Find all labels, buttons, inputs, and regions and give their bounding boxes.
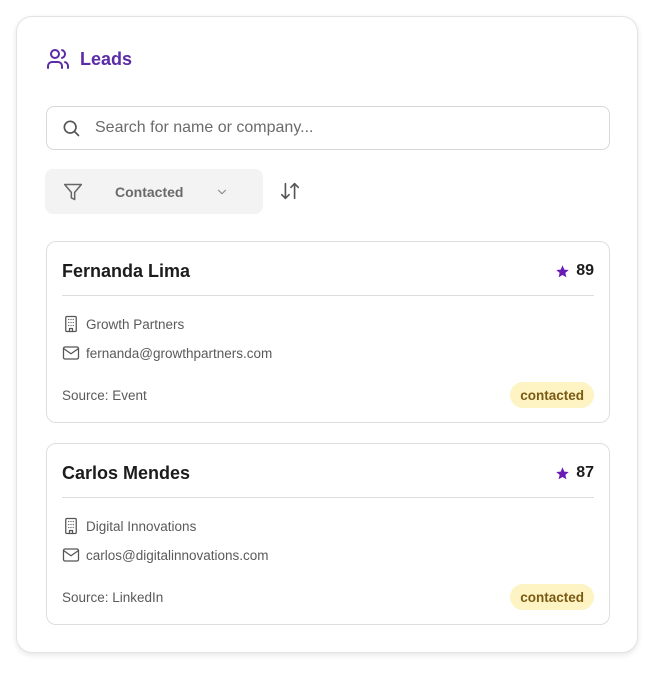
search-icon: [61, 118, 81, 138]
status-badge: contacted: [510, 382, 594, 408]
lead-email-row: fernanda@growthpartners.com: [62, 344, 272, 362]
search-box: [46, 106, 610, 150]
building-icon: [62, 517, 80, 535]
lead-name: Carlos Mendes: [62, 463, 191, 483]
search-input[interactable]: [95, 119, 575, 137]
users-icon: [46, 47, 70, 71]
card-divider: [62, 295, 594, 296]
sort-toggle-button[interactable]: [279, 180, 301, 202]
lead-company: Growth Partners: [86, 316, 185, 332]
lead-email-row: carlos@digitalinnovations.com: [62, 546, 269, 564]
sort-arrows-icon: [280, 182, 300, 200]
lead-source: Source: LinkedIn: [62, 590, 164, 605]
lead-score-value: 87: [576, 464, 594, 481]
filter-icon: [63, 182, 83, 202]
filter-selected-value: Contacted: [115, 183, 184, 200]
status-badge: contacted: [510, 584, 594, 610]
card-divider: [62, 497, 594, 498]
lead-score-value: 89: [576, 262, 594, 279]
lead-source: Source: Event: [62, 388, 147, 403]
star-icon: [555, 264, 570, 279]
lead-name: Fernanda Lima: [62, 261, 191, 281]
leads-panel: Leads Contacted: [16, 16, 638, 653]
lead-email: fernanda@growthpartners.com: [86, 345, 273, 361]
lead-score: 89: [555, 262, 594, 280]
leads-header: Leads: [46, 46, 132, 72]
lead-card[interactable]: Carlos Mendes 87 Digital Innovations car…: [46, 443, 610, 625]
star-icon: [555, 466, 570, 481]
lead-company-row: Growth Partners: [62, 315, 184, 333]
lead-email: carlos@digitalinnovations.com: [86, 547, 269, 563]
mail-icon: [62, 546, 80, 564]
status-filter-select[interactable]: Contacted: [45, 169, 263, 214]
lead-company: Digital Innovations: [86, 518, 197, 534]
lead-score: 87: [555, 464, 594, 482]
chevron-down-icon: [215, 185, 229, 199]
lead-card[interactable]: Fernanda Lima 89 Growth Partners fernand…: [46, 241, 610, 423]
page-title: Leads: [80, 48, 133, 69]
mail-icon: [62, 344, 80, 362]
lead-company-row: Digital Innovations: [62, 517, 196, 535]
building-icon: [62, 315, 80, 333]
